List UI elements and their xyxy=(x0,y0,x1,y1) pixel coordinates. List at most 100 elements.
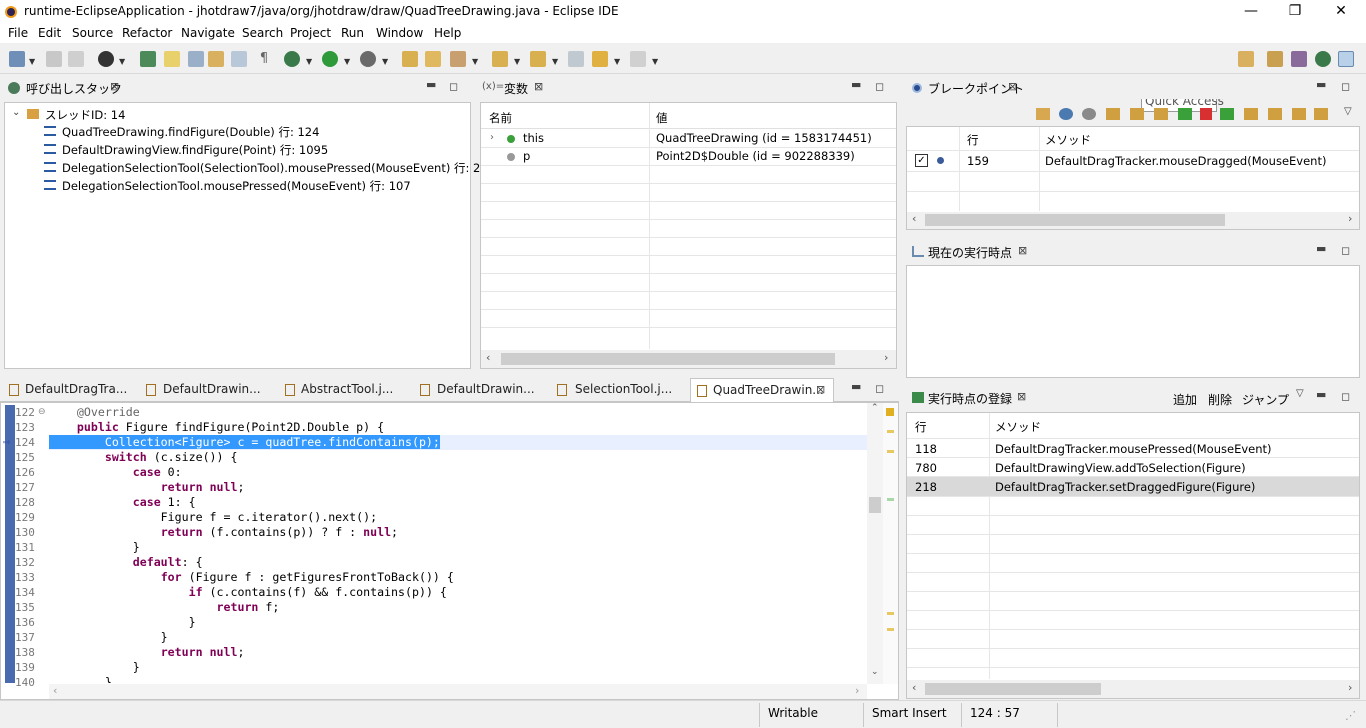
callstack-minimize-icon[interactable]: ▬ xyxy=(426,78,436,91)
breakpoints-maximize-icon[interactable]: ◻ xyxy=(1341,80,1350,93)
recorded-row-line[interactable]: 218 xyxy=(915,480,937,494)
add-button[interactable]: 追加 xyxy=(1173,391,1197,408)
variable-name[interactable]: p xyxy=(523,149,530,163)
open-icon[interactable] xyxy=(1036,108,1050,120)
recorded-row-method[interactable]: DefaultDragTracker.mousePressed(MouseEve… xyxy=(995,442,1272,456)
run-external-icon[interactable] xyxy=(360,51,376,67)
save-all-icon[interactable] xyxy=(68,51,84,67)
recorded-col-line[interactable]: 行 xyxy=(915,419,927,435)
breakpoints-minimize-icon[interactable]: ▬ xyxy=(1316,78,1326,91)
thread-expand-icon[interactable]: ⌄ xyxy=(12,107,20,118)
profile-icon[interactable] xyxy=(98,51,114,67)
expand-icon[interactable]: › xyxy=(490,132,494,143)
close-button[interactable]: ✕ xyxy=(1318,0,1364,24)
breakpoints-hscrollbar[interactable]: ‹ › xyxy=(907,212,1359,229)
scroll-thumb[interactable] xyxy=(925,214,1225,226)
scroll-up-icon[interactable]: ⌃ xyxy=(871,403,879,413)
menu-window[interactable]: Window xyxy=(376,26,423,40)
menu-file[interactable]: File xyxy=(8,26,28,40)
variable-value[interactable]: Point2D$Double (id = 902288339) xyxy=(656,149,855,163)
menu-edit[interactable]: Edit xyxy=(38,26,61,40)
variable-value[interactable]: QuadTreeDrawing (id = 1583174451) xyxy=(656,131,872,145)
scroll-left-icon[interactable]: ‹ xyxy=(912,681,916,694)
prev-annotation-icon[interactable] xyxy=(530,51,546,67)
last-edit-icon[interactable] xyxy=(568,51,584,67)
stack-frame[interactable]: QuadTreeDrawing.findFigure(Double) 行: 12… xyxy=(62,124,320,140)
terminate-icon[interactable] xyxy=(1200,108,1212,120)
callstack-close-icon[interactable]: ⊠ xyxy=(110,80,119,93)
resume-icon[interactable] xyxy=(1220,108,1234,120)
overview-marker[interactable] xyxy=(887,450,894,453)
active-perspective-icon[interactable] xyxy=(1338,51,1354,67)
step-over-forward-icon[interactable] xyxy=(1268,108,1282,120)
maximize-button[interactable]: ❐ xyxy=(1272,0,1318,24)
debug-perspective-icon[interactable] xyxy=(1315,51,1331,67)
editor-tab[interactable]: AbstractTool.j... xyxy=(295,378,399,400)
open-perspective-icon[interactable] xyxy=(1238,51,1254,67)
resume-back-icon[interactable] xyxy=(1178,108,1192,120)
step-forward-icon[interactable] xyxy=(1244,108,1258,120)
scroll-right-icon[interactable]: › xyxy=(884,351,888,364)
editor-vscrollbar[interactable]: ⌃ ⌄ xyxy=(867,403,883,684)
recorded-minimize-icon[interactable]: ▬ xyxy=(1316,388,1326,401)
open-project-icon[interactable] xyxy=(402,51,418,67)
editor-tab[interactable]: DefaultDrawin... xyxy=(431,378,541,400)
step-out-icon[interactable] xyxy=(1292,108,1306,120)
jump-button[interactable]: ジャンプ xyxy=(1242,391,1289,408)
delete-button[interactable]: 削除 xyxy=(1208,391,1232,408)
menu-refactor[interactable]: Refactor xyxy=(122,26,172,40)
debug-icon[interactable] xyxy=(284,51,300,67)
current-point-minimize-icon[interactable]: ▬ xyxy=(1316,242,1326,255)
recorded-row-method[interactable]: DefaultDrawingView.addToSelection(Figure… xyxy=(995,461,1246,475)
view-menu-icon[interactable]: ▽ xyxy=(1296,388,1304,399)
scroll-thumb[interactable] xyxy=(925,683,1101,695)
gear-icon[interactable] xyxy=(1082,108,1096,120)
editor-tab[interactable]: DefaultDragTra... xyxy=(19,378,133,400)
menu-run[interactable]: Run xyxy=(341,26,364,40)
skip-breakpoints-icon[interactable] xyxy=(140,51,156,67)
git-perspective-icon[interactable] xyxy=(1291,51,1307,67)
search-tool-icon[interactable] xyxy=(450,51,466,67)
variables-col-name[interactable]: 名前 xyxy=(489,110,512,126)
scroll-right-icon[interactable]: › xyxy=(855,684,859,697)
task-icon[interactable] xyxy=(231,51,247,67)
overview-marker[interactable] xyxy=(887,430,894,433)
save-icon[interactable] xyxy=(46,51,62,67)
view-menu-icon[interactable]: ▽ xyxy=(1344,106,1352,117)
recorded-row-line[interactable]: 780 xyxy=(915,461,937,475)
breakpoint-checkbox[interactable]: ✓ xyxy=(915,154,928,167)
current-point-maximize-icon[interactable]: ◻ xyxy=(1341,244,1350,257)
current-point-close-icon[interactable]: ⊠ xyxy=(1018,244,1027,257)
scroll-right-icon[interactable]: › xyxy=(1348,681,1352,694)
recorded-row-method[interactable]: DefaultDragTracker.setDraggedFigure(Figu… xyxy=(995,480,1255,494)
callstack-maximize-icon[interactable]: ◻ xyxy=(449,80,458,93)
fold-icon[interactable]: ⊖ xyxy=(38,407,46,417)
breakpoints-close-icon[interactable]: ⊠ xyxy=(1008,80,1017,93)
scroll-left-icon[interactable]: ‹ xyxy=(912,212,916,225)
new-icon[interactable] xyxy=(9,51,25,67)
thread-label[interactable]: スレッドID: 14 xyxy=(45,107,125,123)
stack-frame[interactable]: DelegationSelectionTool.mousePressed(Mou… xyxy=(62,178,411,194)
variables-col-value[interactable]: 値 xyxy=(656,110,668,126)
step-over-icon[interactable] xyxy=(1130,108,1144,120)
menu-source[interactable]: Source xyxy=(72,26,113,40)
overview-marker[interactable] xyxy=(886,408,894,416)
open-folder-icon[interactable] xyxy=(425,51,441,67)
step-return-icon[interactable] xyxy=(1154,108,1168,120)
breakpoints-col-line[interactable]: 行 xyxy=(967,132,979,148)
pilcrow-icon[interactable]: ¶ xyxy=(256,51,272,67)
open-type-icon[interactable] xyxy=(208,51,224,67)
editor-tab[interactable]: SelectionTool.j... xyxy=(569,378,678,400)
editor-hscrollbar[interactable]: ‹ › xyxy=(49,684,867,699)
recorded-maximize-icon[interactable]: ◻ xyxy=(1341,390,1350,403)
overview-marker[interactable] xyxy=(887,498,894,501)
overview-marker[interactable] xyxy=(887,612,894,615)
run-icon[interactable] xyxy=(322,51,338,67)
stack-frame[interactable]: DelegationSelectionTool(SelectionTool).m… xyxy=(62,160,495,176)
step-into-icon[interactable] xyxy=(1106,108,1120,120)
callstack-title[interactable]: 呼び出しスタック xyxy=(26,80,122,97)
variables-close-icon[interactable]: ⊠ xyxy=(534,80,543,93)
minimize-button[interactable]: — xyxy=(1228,0,1274,24)
scroll-left-icon[interactable]: ‹ xyxy=(486,351,490,364)
forward-icon[interactable] xyxy=(630,51,646,67)
